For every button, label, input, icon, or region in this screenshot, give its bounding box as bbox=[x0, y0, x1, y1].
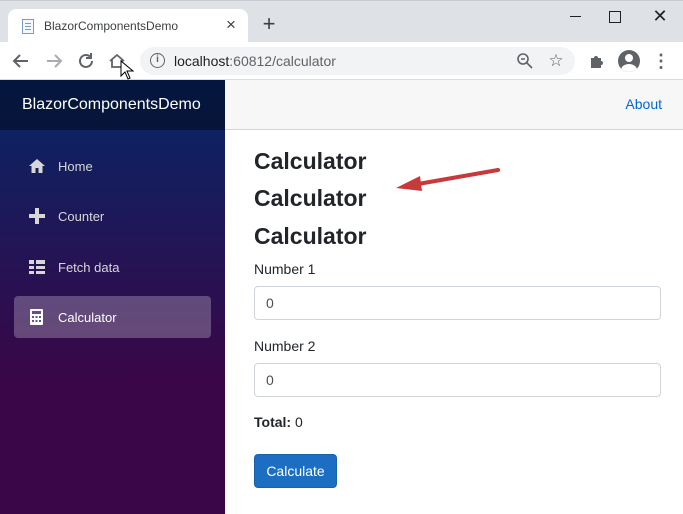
home-icon bbox=[29, 159, 45, 173]
sidebar-item-counter[interactable]: Counter bbox=[14, 195, 211, 237]
number2-input[interactable] bbox=[254, 363, 661, 397]
calculate-button[interactable]: Calculate bbox=[254, 454, 337, 488]
zoom-icon[interactable] bbox=[515, 51, 535, 71]
window-close-icon[interactable]: ✕ bbox=[649, 6, 671, 26]
brand-bar: BlazorComponentsDemo bbox=[0, 80, 225, 130]
window-maximize-icon[interactable] bbox=[603, 6, 625, 26]
brand-title[interactable]: BlazorComponentsDemo bbox=[22, 96, 201, 114]
calculator-icon bbox=[30, 309, 43, 325]
sidebar-item-home[interactable]: Home bbox=[14, 145, 211, 187]
bookmark-star-icon[interactable]: ☆ bbox=[546, 51, 566, 71]
browser-toolbar: i localhost:60812/calculator ☆ ⋮ bbox=[0, 42, 683, 80]
number1-label: Number 1 bbox=[254, 261, 316, 277]
plus-icon bbox=[29, 208, 45, 224]
url-host: localhost bbox=[174, 53, 230, 69]
mouse-cursor-icon bbox=[120, 60, 134, 80]
profile-avatar-icon[interactable] bbox=[618, 50, 640, 72]
url-path: :60812/calculator bbox=[229, 53, 336, 69]
top-row: About bbox=[225, 80, 683, 130]
about-link[interactable]: About bbox=[625, 96, 662, 112]
back-arrow-icon[interactable] bbox=[8, 48, 34, 74]
page-heading: Calculator bbox=[254, 185, 367, 211]
browser-menu-icon[interactable]: ⋮ bbox=[652, 50, 670, 72]
sidebar-item-label: Calculator bbox=[58, 310, 117, 325]
sidebar-item-fetch-data[interactable]: Fetch data bbox=[14, 246, 211, 288]
page-favicon-icon bbox=[22, 19, 34, 34]
tab-close-icon[interactable]: × bbox=[222, 16, 240, 34]
sidebar: BlazorComponentsDemo Home Counter Fetch … bbox=[0, 80, 225, 514]
sidebar-item-label: Home bbox=[58, 159, 93, 174]
address-bar[interactable]: i localhost:60812/calculator ☆ bbox=[140, 47, 575, 75]
total-output: Total: 0 bbox=[254, 414, 303, 430]
browser-tab[interactable]: BlazorComponentsDemo × bbox=[8, 9, 248, 43]
extensions-puzzle-icon[interactable] bbox=[586, 50, 608, 72]
window-minimize-icon[interactable] bbox=[565, 6, 587, 26]
page-heading: Calculator bbox=[254, 148, 367, 174]
page-heading: Calculator bbox=[254, 223, 367, 249]
browser-tabstrip: BlazorComponentsDemo × + ✕ bbox=[0, 0, 683, 43]
sidebar-item-label: Fetch data bbox=[58, 260, 120, 275]
annotation-arrow-icon bbox=[396, 168, 500, 191]
new-tab-icon[interactable]: + bbox=[258, 13, 280, 36]
list-icon bbox=[29, 260, 45, 274]
reload-icon[interactable] bbox=[73, 48, 99, 74]
sidebar-item-label: Counter bbox=[58, 209, 105, 224]
number2-label: Number 2 bbox=[254, 338, 316, 354]
total-label: Total: bbox=[254, 414, 292, 430]
forward-arrow-icon[interactable] bbox=[41, 48, 67, 74]
site-info-icon[interactable]: i bbox=[150, 53, 165, 68]
url-text[interactable]: localhost:60812/calculator bbox=[174, 53, 336, 69]
sidebar-item-calculator[interactable]: Calculator bbox=[14, 296, 211, 338]
total-value: 0 bbox=[294, 414, 303, 430]
number1-input[interactable] bbox=[254, 286, 661, 320]
tab-title: BlazorComponentsDemo bbox=[44, 19, 179, 33]
